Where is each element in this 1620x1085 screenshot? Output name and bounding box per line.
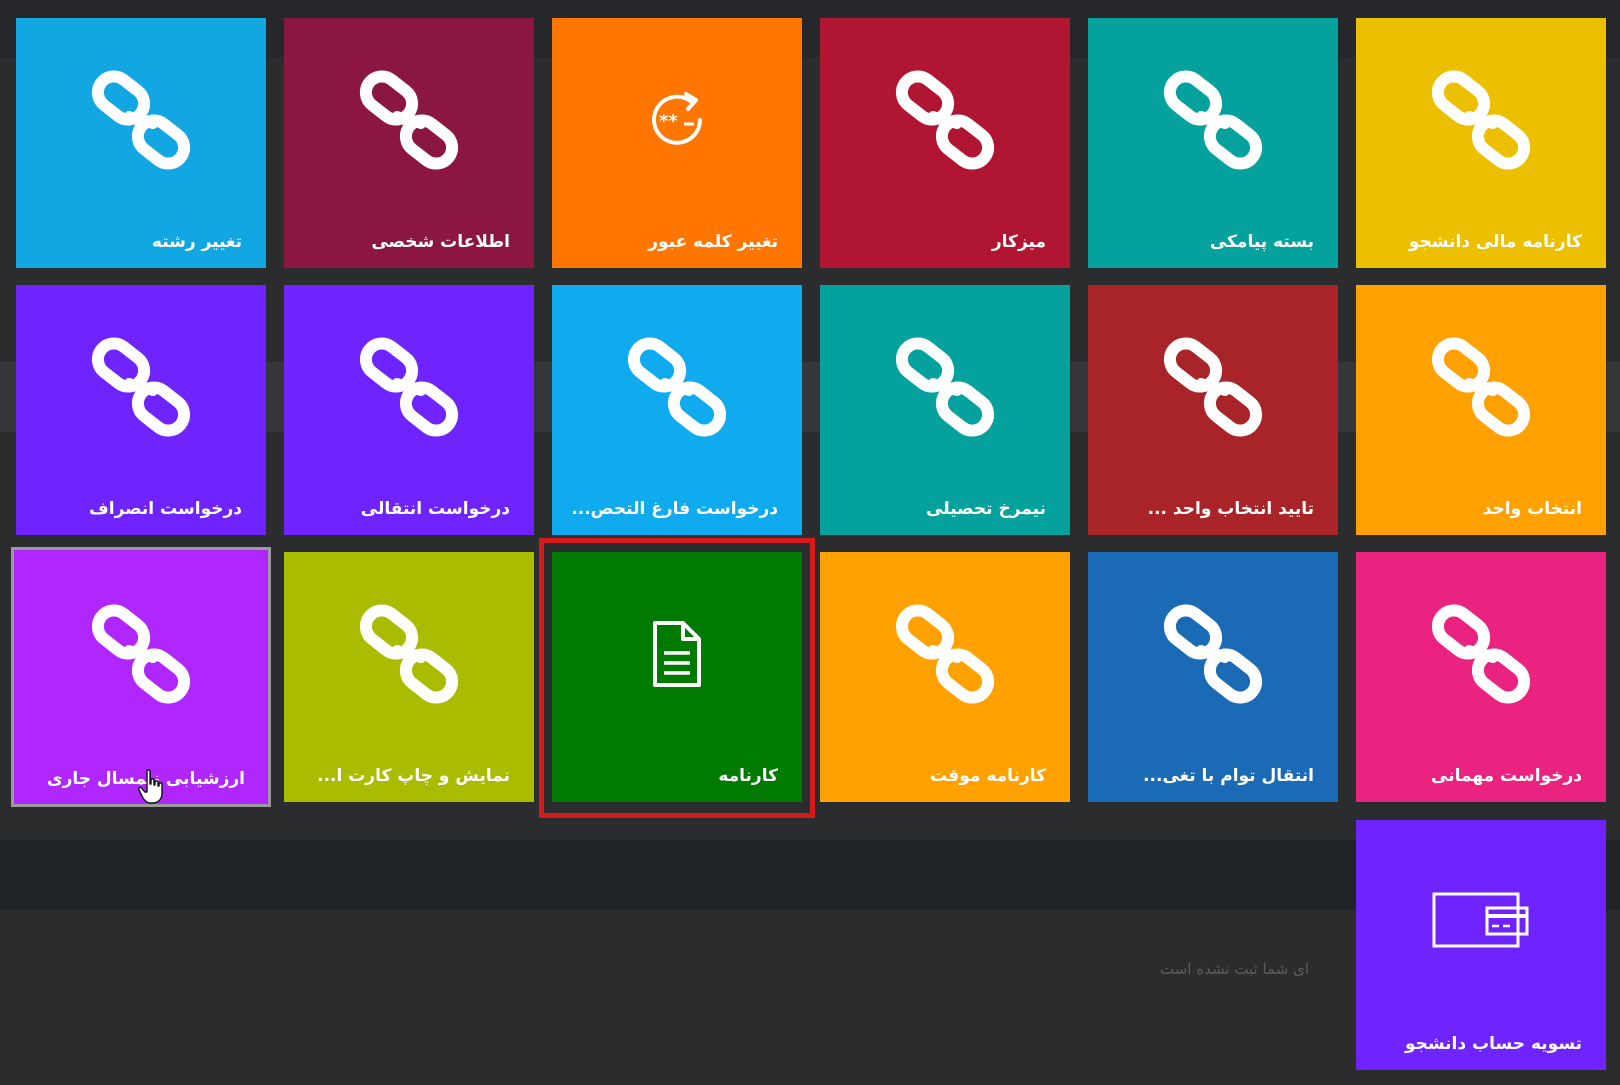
tile-label: ارزشیابی نیمسال جاری [46,769,245,789]
tile-label: میزکار [991,232,1046,252]
tile-label: کارنامه موقت [930,766,1046,786]
link-icon [1431,337,1531,437]
tile-semester-evaluation[interactable]: ارزشیابی نیمسال جاری [11,547,271,807]
link-icon [895,604,995,704]
tile-student-settlement[interactable]: تسویه حساب دانشجو [1356,820,1606,1070]
link-icon [895,337,995,437]
tile-temporary-transcript[interactable]: کارنامه موقت [820,552,1070,802]
link-icon [895,70,995,170]
tile-desktop[interactable]: میزکار [820,18,1070,268]
tile-sms-package[interactable]: بسته پیامکی [1088,18,1338,268]
tile-transfer-request[interactable]: درخواست انتقالی [284,285,534,535]
background-note: ای شما ثبت نشده است [1160,960,1309,978]
tile-label: اطلاعات شخصی [371,232,510,252]
tile-withdrawal-request[interactable]: درخواست انصراف [16,285,266,535]
tile-label: کارنامه [718,766,778,786]
tile-transcript[interactable]: کارنامه [552,552,802,802]
tile-graduation-request[interactable]: درخواست فارغ التحص... [552,285,802,535]
tile-print-exam-card[interactable]: نمایش و چاپ کارت ا... [284,552,534,802]
link-icon [359,70,459,170]
tile-transfer-with-change[interactable]: انتقال توام با تغی... [1088,552,1338,802]
document-icon [627,604,727,704]
link-icon [627,337,727,437]
link-icon [1163,70,1263,170]
tile-label: نمایش و چاپ کارت ا... [317,766,510,786]
link-icon [91,604,191,704]
tile-label: درخواست مهمانی [1431,766,1582,786]
tile-label: انتقال توام با تغی... [1143,766,1314,786]
link-icon [91,70,191,170]
password-reset-icon: ** [627,70,727,170]
tile-label: درخواست انصراف [89,499,242,519]
tile-label: انتخاب واحد [1482,499,1582,519]
tile-guest-request[interactable]: درخواست مهمانی [1356,552,1606,802]
tile-label: تایید انتخاب واحد ... [1147,499,1314,519]
tile-academic-profile[interactable]: نیمرخ تحصیلی [820,285,1070,535]
tile-financial-transcript[interactable]: کارنامه مالی دانشجو [1356,18,1606,268]
link-icon [1431,70,1531,170]
tile-label: درخواست انتقالی [360,499,510,519]
link-icon [91,337,191,437]
tile-label: کارنامه مالی دانشجو [1408,232,1582,252]
link-icon [1163,337,1263,437]
tile-change-major[interactable]: تغییر رشته [16,18,266,268]
tile-label: درخواست فارغ التحص... [571,499,778,519]
link-icon [1431,604,1531,704]
tile-label: نیمرخ تحصیلی [926,499,1046,519]
tile-change-password[interactable]: ** تغییر کلمه عبور [552,18,802,268]
tile-label: بسته پیامکی [1209,232,1314,252]
tile-label: تسویه حساب دانشجو [1404,1034,1582,1054]
tile-course-selection[interactable]: انتخاب واحد [1356,285,1606,535]
svg-text:**: ** [659,111,678,132]
payment-card-icon [1431,872,1531,972]
link-icon [359,604,459,704]
tile-label: تغییر کلمه عبور [648,232,778,252]
link-icon [359,337,459,437]
tile-personal-info[interactable]: اطلاعات شخصی [284,18,534,268]
hand-pointer-icon [138,769,163,804]
link-icon [1163,604,1263,704]
tile-confirm-course-selection[interactable]: تایید انتخاب واحد ... [1088,285,1338,535]
tile-label: تغییر رشته [151,232,242,252]
